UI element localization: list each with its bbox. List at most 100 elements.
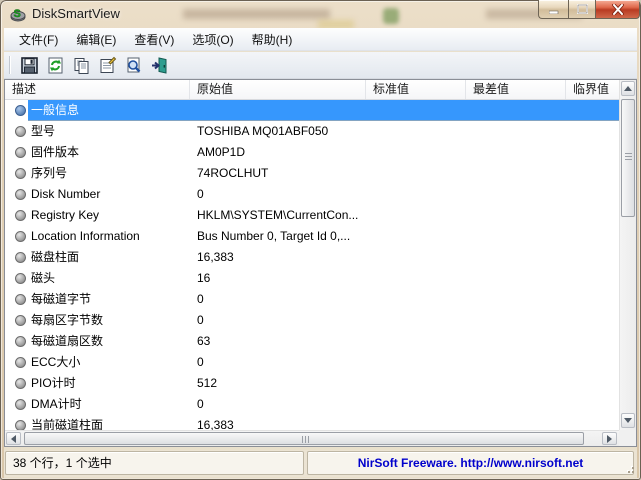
status-bar: 38 个行，1 个选中 NirSoft Freeware. http://www… <box>4 450 637 477</box>
app-window: S DiskSmartView 文件(F) 编辑(E) 查看(V) 选项(O) … <box>0 0 641 480</box>
table-row[interactable]: 一般信息 <box>5 100 619 121</box>
arrow-up-icon <box>624 82 632 91</box>
table-row[interactable]: 磁盘柱面 16,383 <box>5 247 619 268</box>
table-row[interactable]: 固件版本 AM0P1D <box>5 142 619 163</box>
table-row[interactable]: 磁头 16 <box>5 268 619 289</box>
row-description: PIO计时 <box>31 376 76 390</box>
menu-help[interactable]: 帮助(H) <box>243 28 302 51</box>
refresh-button[interactable] <box>42 53 68 78</box>
table-row[interactable]: 当前磁道柱面 16,383 <box>5 415 619 430</box>
property-dot-icon <box>15 147 26 158</box>
vertical-scrollbar[interactable] <box>619 80 636 430</box>
properties-button[interactable] <box>94 53 120 78</box>
exit-icon <box>151 56 166 74</box>
menu-edit[interactable]: 编辑(E) <box>67 28 125 51</box>
nirsoft-link[interactable]: NirSoft Freeware. http://www.nirsoft.net <box>307 451 634 475</box>
property-dot-icon <box>15 231 26 242</box>
titlebar[interactable]: S DiskSmartView <box>0 0 641 29</box>
client-area: 文件(F) 编辑(E) 查看(V) 选项(O) 帮助(H) 描述 原始值 标准值… <box>4 28 637 478</box>
copy-button[interactable] <box>68 53 94 78</box>
scroll-right-button[interactable] <box>602 432 617 445</box>
table-row[interactable]: 每磁道字节 0 <box>5 289 619 310</box>
copy-icon <box>74 57 88 74</box>
row-description: 当前磁道柱面 <box>31 418 104 430</box>
row-description: DMA计时 <box>31 397 82 411</box>
row-description: 磁头 <box>31 271 56 285</box>
svg-text:S: S <box>14 8 21 20</box>
scroll-left-button[interactable] <box>6 432 21 445</box>
resize-grip-icon[interactable] <box>624 463 634 473</box>
table-row[interactable]: Location Information Bus Number 0, Targe… <box>5 226 619 247</box>
row-raw-value: HKLM\SYSTEM\CurrentCon... <box>197 208 359 222</box>
row-raw-value: 74ROCLHUT <box>197 166 269 180</box>
column-header-raw-value[interactable]: 原始值 <box>190 80 366 99</box>
row-description: 磁盘柱面 <box>31 250 80 264</box>
titlebar-glass-artifact <box>183 9 330 19</box>
table-rows-viewport: 一般信息 型号 TOSHIBA MQ01ABF050 固件版本 AM0P1D 序… <box>5 100 619 430</box>
arrow-down-icon <box>624 418 632 427</box>
row-raw-value: 0 <box>197 397 204 411</box>
properties-icon <box>100 56 116 73</box>
table-header: 描述 原始值 标准值 最差值 临界值 <box>5 80 619 100</box>
arrow-left-icon <box>7 434 16 443</box>
table-row[interactable]: 每磁道扇区数 63 <box>5 331 619 352</box>
horizontal-scrollbar-thumb[interactable] <box>24 432 584 445</box>
row-raw-value: Bus Number 0, Target Id 0,... <box>197 229 351 243</box>
scroll-up-button[interactable] <box>621 81 635 96</box>
row-description: Disk Number <box>31 187 101 201</box>
row-description: 每磁道字节 <box>31 292 92 306</box>
row-description: 型号 <box>31 124 56 138</box>
table-row[interactable]: Disk Number 0 <box>5 184 619 205</box>
find-icon <box>127 57 140 72</box>
close-button[interactable] <box>596 0 640 19</box>
horizontal-scrollbar[interactable] <box>5 430 619 446</box>
property-dot-icon <box>15 336 26 347</box>
row-raw-value: 0 <box>197 187 204 201</box>
row-raw-value: 16,383 <box>197 250 234 264</box>
column-header-threshold[interactable]: 临界值 <box>566 80 619 99</box>
row-raw-value: 16,383 <box>197 418 234 430</box>
property-dot-icon <box>15 399 26 410</box>
minimize-button[interactable] <box>538 0 568 19</box>
exit-button[interactable] <box>146 53 172 78</box>
property-dot-icon <box>15 126 26 137</box>
vertical-scrollbar-thumb[interactable] <box>621 99 635 217</box>
row-raw-value: TOSHIBA MQ01ABF050 <box>197 124 329 138</box>
find-button[interactable] <box>120 53 146 78</box>
column-header-worst-value[interactable]: 最差值 <box>466 80 566 99</box>
table-row[interactable]: DMA计时 0 <box>5 394 619 415</box>
row-description: 一般信息 <box>31 103 80 117</box>
menu-options[interactable]: 选项(O) <box>183 28 242 51</box>
maximize-button[interactable] <box>568 0 596 19</box>
menu-view[interactable]: 查看(V) <box>125 28 183 51</box>
save-button[interactable] <box>16 53 42 78</box>
row-raw-value: 0 <box>197 292 204 306</box>
thumb-grip <box>625 153 632 154</box>
table-row[interactable]: Registry Key HKLM\SYSTEM\CurrentCon... <box>5 205 619 226</box>
smart-attributes-table: 描述 原始值 标准值 最差值 临界值 一般信息 型号 TOSHIBA MQ01A… <box>4 79 637 447</box>
scroll-down-button[interactable] <box>621 413 635 428</box>
row-selection-highlight <box>28 100 619 121</box>
column-header-description[interactable]: 描述 <box>5 80 190 99</box>
status-row-count: 38 个行，1 个选中 <box>5 451 304 475</box>
property-dot-icon <box>15 357 26 368</box>
column-header-normalized-value[interactable]: 标准值 <box>366 80 466 99</box>
refresh-icon <box>48 57 62 73</box>
property-dot-icon <box>15 210 26 221</box>
table-row[interactable]: 每扇区字节数 0 <box>5 310 619 331</box>
row-description: ECC大小 <box>31 355 81 369</box>
toolbar-grip <box>9 56 11 74</box>
table-row[interactable]: ECC大小 0 <box>5 352 619 373</box>
row-description: Registry Key <box>31 208 100 222</box>
menu-bar: 文件(F) 编辑(E) 查看(V) 选项(O) 帮助(H) <box>4 28 637 51</box>
table-row[interactable]: 型号 TOSHIBA MQ01ABF050 <box>5 121 619 142</box>
row-description: 每磁道扇区数 <box>31 334 104 348</box>
row-raw-value: AM0P1D <box>197 145 246 159</box>
property-dot-icon <box>15 168 26 179</box>
menu-file[interactable]: 文件(F) <box>10 28 67 51</box>
table-row[interactable]: PIO计时 512 <box>5 373 619 394</box>
save-icon <box>20 56 38 74</box>
table-row[interactable]: 序列号 74ROCLHUT <box>5 163 619 184</box>
row-raw-value: 16 <box>197 271 211 285</box>
property-dot-icon <box>15 105 26 116</box>
